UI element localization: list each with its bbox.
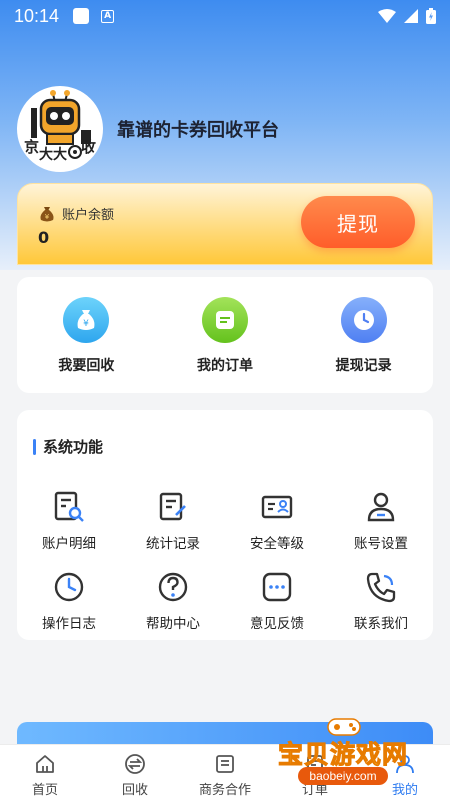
quick-action-withdraw-records[interactable]: 提现记录 [294,277,433,393]
function-label: 统计记录 [146,536,200,552]
svg-text:¥: ¥ [45,213,50,221]
withdraw-button[interactable]: 提现 [301,196,415,248]
section-title-text: 系统功能 [43,438,104,456]
security-level-icon [261,495,293,519]
quick-action-label: 我的订单 [197,358,253,374]
quick-actions-card: ¥ 我要回收 我的订单 提现记录 [17,277,433,393]
section-title-bar [33,438,36,455]
phone-icon [366,572,396,603]
system-functions-grid: 账户明细 统计记录 安全等级 账号设置 操作日志 帮助中心 意见反馈 联系我们 [17,490,433,632]
watermark-url: baobeiy.com [298,767,388,785]
function-operation-log[interactable]: 操作日志 [17,570,121,632]
system-functions-card: 系统功能 账户明细 统计记录 安全等级 账号设置 操作日志 帮助中心 意见反馈 … [17,410,433,640]
tab-label: 首页 [31,783,58,798]
battery-icon [426,8,436,24]
function-label: 安全等级 [250,536,304,552]
function-label: 账户明细 [42,536,96,552]
section-title: 系统功能 [33,436,103,457]
svg-text:¥: ¥ [83,319,89,329]
quick-action-label: 提现记录 [335,358,392,374]
tab-business[interactable]: 商务合作 [180,745,270,800]
quick-action-label: 我要回收 [58,358,115,374]
function-label: 联系我们 [354,616,408,632]
notification-square-icon [73,8,90,24]
tab-home[interactable]: 首页 [0,745,90,800]
profile-header: 京 大大 收 靠谱的卡券回收平台 [17,86,279,172]
function-contact-us[interactable]: 联系我们 [329,570,433,632]
help-icon [158,572,188,602]
watermark-text: 宝贝游戏网 [277,740,409,770]
clock-icon [340,297,387,343]
function-label: 帮助中心 [146,616,200,632]
balance-value: 0 [38,228,50,247]
clock-icon [54,572,84,602]
function-account-settings[interactable]: 账号设置 [329,490,433,552]
tab-label: 商务合作 [198,783,251,798]
avatar[interactable]: 京 大大 收 [17,86,103,172]
function-security-level[interactable]: 安全等级 [225,490,329,552]
account-detail-icon [54,491,84,522]
order-icon [202,297,248,343]
recycle-icon [125,754,145,774]
tab-recycle[interactable]: 回收 [90,745,180,800]
money-bag-icon: ¥ [63,297,110,343]
platform-title: 靠谱的卡券回收平台 [117,120,279,141]
statistics-icon [159,492,186,521]
function-statistics[interactable]: 统计记录 [121,490,225,552]
avatar-text-left: 京 [24,138,40,156]
function-label: 操作日志 [42,616,96,632]
watermark: 宝贝游戏网 baobeiy.com [272,715,448,795]
function-label: 账号设置 [354,536,408,552]
wifi-icon [378,9,396,23]
avatar-text-right: 收 [81,138,97,156]
account-settings-icon [367,492,395,522]
balance-card: ¥ 账户余额 0 提现 [17,183,433,265]
signal-icon [404,9,418,23]
quick-action-recycle[interactable]: ¥ 我要回收 [17,277,156,393]
function-help-center[interactable]: 帮助中心 [121,570,225,632]
business-icon [216,755,234,773]
status-time: 10:14 [14,5,60,26]
feedback-icon [262,572,292,602]
function-feedback[interactable]: 意见反馈 [225,570,329,632]
money-bag-icon: ¥ [40,206,54,221]
status-bar: 10:14 A [0,0,450,32]
avatar-text-bottom: 大大 [39,147,67,163]
home-icon [36,755,54,773]
function-label: 意见反馈 [250,616,304,632]
balance-label: 账户余额 [62,208,115,223]
notification-a-icon: A [101,9,115,23]
balance-label-row: ¥ 账户余额 [38,204,114,223]
function-account-detail[interactable]: 账户明细 [17,490,121,552]
tab-label: 回收 [121,783,148,798]
quick-action-orders[interactable]: 我的订单 [156,277,295,393]
